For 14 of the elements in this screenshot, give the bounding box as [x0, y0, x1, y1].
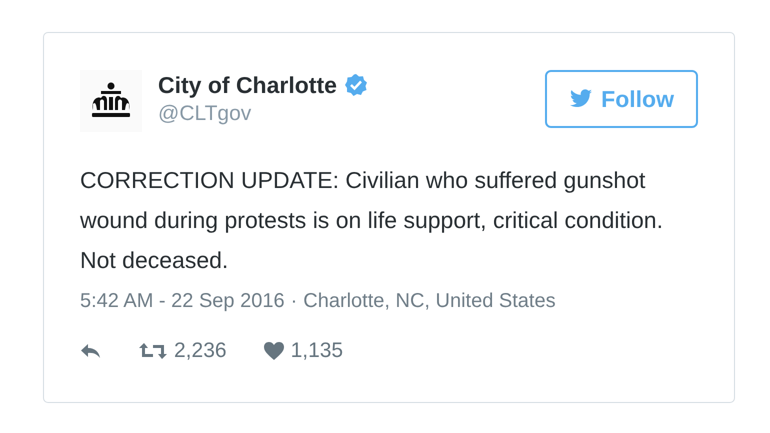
- bird-icon: [569, 89, 594, 109]
- tweet-timestamp[interactable]: 5:42 AM - 22 Sep 2016: [80, 290, 285, 313]
- retweet-icon[interactable]: [138, 342, 168, 360]
- account-handle[interactable]: @CLTgov: [158, 102, 546, 126]
- heart-icon[interactable]: [262, 341, 285, 361]
- separator-dot: ·: [290, 290, 298, 313]
- action-count: 2,236: [174, 339, 227, 363]
- action-count: 1,135: [290, 339, 344, 363]
- account-name[interactable]: City of Charlotte: [158, 72, 337, 98]
- tweet-location[interactable]: Charlotte, NC, United States: [303, 290, 556, 313]
- crown-icon[interactable]: [80, 70, 142, 132]
- reply-icon[interactable]: [80, 343, 102, 359]
- follow-button[interactable]: Follow: [545, 70, 698, 128]
- tweet-text: CORRECTION UPDATE: Civilian who suffered gunshot wound during protests is on life support, critical condition. Not deceased.: [80, 166, 664, 275]
